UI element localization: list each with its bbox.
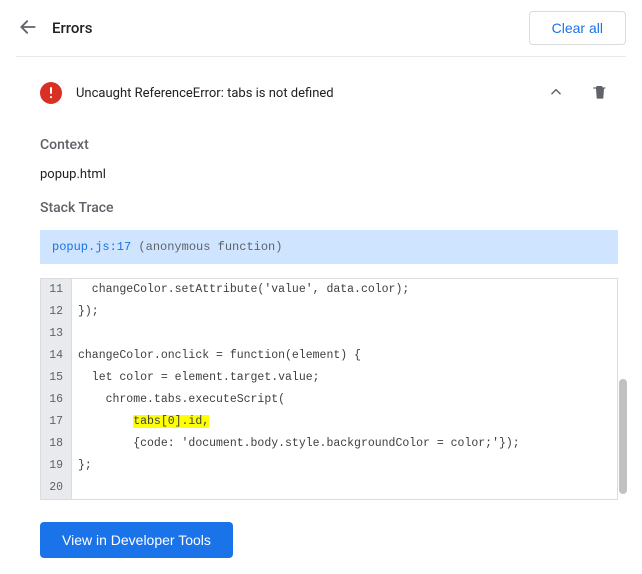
code-line: changeColor.setAttribute('value', data.c…: [72, 279, 617, 301]
line-number: 19: [41, 455, 71, 477]
collapse-button[interactable]: [538, 75, 574, 111]
chevron-up-icon: [549, 85, 563, 102]
page-title: Errors: [52, 19, 529, 37]
line-gutter: 11121314151617181920: [41, 279, 72, 499]
line-number: 12: [41, 301, 71, 323]
delete-error-button[interactable]: [582, 75, 618, 111]
line-number: 14: [41, 345, 71, 367]
trace-function-name: (anonymous function): [138, 240, 282, 254]
arrow-left-icon: [18, 17, 38, 40]
stack-trace-frame[interactable]: popup.js:17 (anonymous function): [40, 230, 618, 264]
code-line: tabs[0].id,: [72, 411, 617, 433]
line-number: 16: [41, 389, 71, 411]
scrollbar-thumb[interactable]: [619, 379, 627, 494]
code-lines: changeColor.setAttribute('value', data.c…: [72, 279, 617, 499]
code-block: 11121314151617181920 changeColor.setAttr…: [40, 278, 618, 500]
code-line: {code: 'document.body.style.backgroundCo…: [72, 433, 617, 455]
line-number: 17: [41, 411, 71, 433]
trash-icon: [592, 83, 608, 104]
trace-location: popup.js:17: [52, 240, 131, 254]
code-line: changeColor.onclick = function(element) …: [72, 345, 617, 367]
context-value: popup.html: [40, 167, 618, 182]
stack-trace-heading: Stack Trace: [40, 200, 618, 216]
error-message: Uncaught ReferenceError: tabs is not def…: [76, 86, 538, 101]
error-icon: [40, 82, 62, 104]
scrollbar[interactable]: [619, 279, 627, 499]
line-number: 18: [41, 433, 71, 455]
line-number: 20: [41, 477, 71, 499]
line-number: 13: [41, 323, 71, 345]
view-devtools-button[interactable]: View in Developer Tools: [40, 522, 233, 558]
back-button[interactable]: [8, 8, 48, 48]
line-number: 15: [41, 367, 71, 389]
line-number: 11: [41, 279, 71, 301]
code-line: });: [72, 301, 617, 323]
code-line: chrome.tabs.executeScript(: [72, 389, 617, 411]
code-line: let color = element.target.value;: [72, 367, 617, 389]
code-line: [72, 323, 617, 345]
code-line: };: [72, 455, 617, 477]
clear-all-button[interactable]: Clear all: [529, 11, 626, 45]
code-line: [72, 477, 617, 499]
context-heading: Context: [40, 137, 618, 153]
